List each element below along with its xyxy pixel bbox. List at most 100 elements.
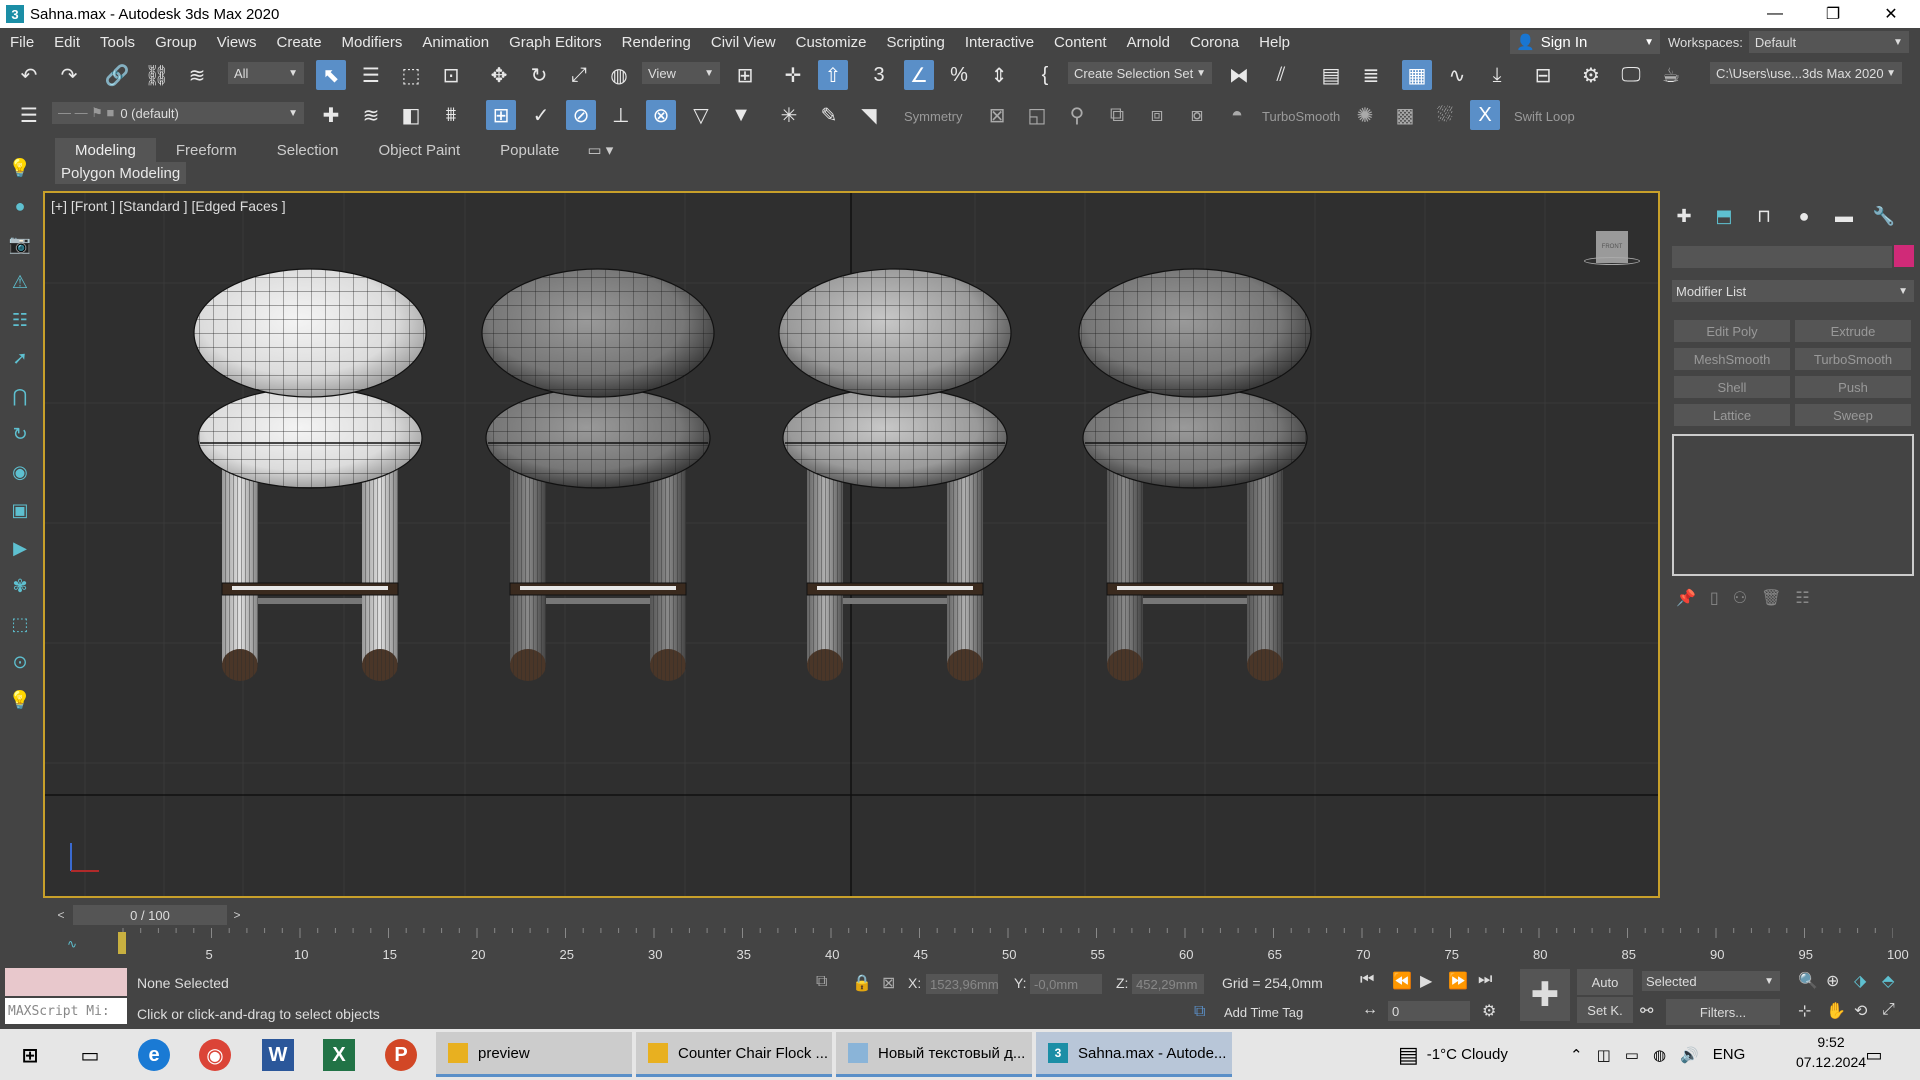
chrome-icon[interactable]: ◉ — [199, 1039, 231, 1071]
sequence-icon[interactable]: ▶ — [8, 536, 32, 560]
menu-views[interactable]: Views — [207, 34, 267, 51]
ribbon-tab-populate[interactable]: Populate — [480, 138, 579, 162]
turbosmooth-label[interactable]: TurboSmooth — [1262, 109, 1340, 124]
symmetry-label[interactable]: Symmetry — [904, 109, 963, 124]
move-icon[interactable]: ✥ — [484, 60, 514, 90]
time-slider[interactable]: 0 / 100 — [73, 905, 227, 925]
pin-stack-icon[interactable]: 📌 — [1676, 588, 1696, 608]
key-mode-toggle-icon[interactable]: ↔ — [1362, 1001, 1378, 1019]
viewport-label[interactable]: [+] [Front ] [Standard ] [Edged Faces ] — [51, 198, 286, 214]
make-unique-icon[interactable]: ⚇ — [1733, 588, 1747, 608]
sign-in-dropdown[interactable]: 👤 Sign In ▼ — [1510, 30, 1660, 54]
orbit-view-icon[interactable]: ⟲ — [1854, 1001, 1867, 1021]
cloth-icon[interactable]: ⛆ — [1430, 100, 1460, 130]
modifier-list-dropdown[interactable]: Modifier List ▼ — [1672, 280, 1914, 302]
rotate-icon[interactable]: ↻ — [524, 60, 554, 90]
filters-button[interactable]: Filters... — [1666, 999, 1780, 1025]
menu-group[interactable]: Group — [145, 34, 207, 51]
layers-icon[interactable]: ≋ — [356, 100, 386, 130]
motion-tab-icon[interactable]: ● — [1792, 204, 1816, 228]
chair-model-4[interactable] — [1078, 268, 1312, 681]
polygon-modeling-panel[interactable]: Polygon Modeling — [55, 162, 187, 184]
current-frame-field[interactable]: 0 — [1388, 1001, 1470, 1021]
grid-snap-icon[interactable]: ⊞ — [486, 100, 516, 130]
zoom-extents-icon[interactable]: ⬗ — [1854, 971, 1866, 991]
project-path-dropdown[interactable]: C:\Users\use...3ds Max 2020 ▼ — [1710, 62, 1902, 84]
ribbon-tab-freeform[interactable]: Freeform — [156, 138, 257, 162]
menu-graph-editors[interactable]: Graph Editors — [499, 34, 612, 51]
menu-modifiers[interactable]: Modifiers — [332, 34, 413, 51]
modifier-stack[interactable] — [1672, 434, 1914, 576]
rendered-frame-window-icon[interactable]: 🖵 — [1616, 60, 1646, 90]
bend-icon[interactable]: ⚲ — [1062, 100, 1092, 130]
menu-content[interactable]: Content — [1044, 34, 1117, 51]
word-icon[interactable]: W — [262, 1039, 294, 1071]
field-of-view-icon[interactable]: ⊹ — [1798, 1001, 1811, 1021]
chair-model-3[interactable] — [778, 268, 1012, 681]
go-to-end-icon[interactable]: ⏭ — [1478, 971, 1492, 989]
align-icon[interactable]: ⫽ — [1266, 60, 1296, 90]
material-editor-icon[interactable]: ⊟ — [1528, 60, 1558, 90]
zoom-all-icon[interactable]: ⊕ — [1826, 971, 1839, 991]
key-filter-dropdown[interactable]: Selected ▼ — [1642, 971, 1780, 991]
absolute-mode-icon[interactable]: ⊠ — [882, 973, 895, 993]
curve-editor-icon[interactable]: ∿ — [1442, 60, 1472, 90]
checker-icon[interactable]: ▩ — [1390, 100, 1420, 130]
timeline-next-button[interactable]: > — [229, 905, 245, 925]
helpers-icon[interactable]: ⚠ — [8, 270, 32, 294]
xform-icon[interactable]: X — [1470, 100, 1500, 130]
taskbar-window-3dsmax[interactable]: 3 Sahna.max - Autode... — [1036, 1032, 1232, 1077]
create-light-icon[interactable]: 💡 — [8, 156, 32, 180]
snaps-toggle-icon[interactable]: 3 — [864, 60, 894, 90]
time-tag-icon[interactable]: ⧉ — [1194, 1003, 1205, 1021]
front-viewport[interactable]: [+] [Front ] [Standard ] [Edged Faces ] … — [43, 191, 1660, 898]
bind-space-warp-icon[interactable]: ≋ — [182, 60, 212, 90]
weather-widget[interactable]: ▤ -1°C Cloudy — [1398, 1029, 1508, 1080]
vertex-snap-icon[interactable]: ✓ — [526, 100, 556, 130]
windows-start-icon[interactable]: ⊞ — [14, 1039, 46, 1071]
network-icon[interactable]: ◍ — [1653, 1046, 1666, 1064]
taskbar-window-counter-chair[interactable]: Counter Chair Flock ... — [636, 1032, 832, 1077]
named-selection-dropdown[interactable]: Create Selection Set ▼ — [1068, 62, 1212, 84]
shell-icon[interactable]: ◱ — [1022, 100, 1052, 130]
keyboard-shortcut-override-icon[interactable]: ⇧ — [818, 60, 848, 90]
3dsmax-app-icon[interactable]: 3 — [6, 5, 24, 23]
pivot-center-icon[interactable]: ⊞ — [730, 60, 760, 90]
selection-filter-dropdown[interactable]: All ▼ — [228, 62, 304, 84]
menu-interactive[interactable]: Interactive — [955, 34, 1044, 51]
ribbon-tab-modeling[interactable]: Modeling — [55, 138, 156, 162]
angle-snap-icon[interactable]: ∠ — [904, 60, 934, 90]
polygon-icon[interactable]: ▽ — [686, 100, 716, 130]
restore-button[interactable]: ❐ — [1804, 0, 1862, 28]
unwrap-icon[interactable]: ⊠ — [982, 100, 1012, 130]
percent-snap-icon[interactable]: % — [944, 60, 974, 90]
bulb-icon[interactable]: 💡 — [8, 688, 32, 712]
undo-icon[interactable]: ↶ — [14, 60, 44, 90]
twist-icon[interactable]: ⧇ — [1182, 100, 1212, 130]
display-icon[interactable]: ◉ — [8, 460, 32, 484]
timeline-prev-button[interactable]: < — [53, 905, 69, 925]
menu-animation[interactable]: Animation — [412, 34, 499, 51]
layer-dropdown[interactable]: — — ⚑ ■ 0 (default) ▼ — [52, 102, 304, 124]
meshsmooth-button[interactable]: MeshSmooth — [1674, 348, 1790, 370]
utilities-tab-icon[interactable]: 🔧 — [1872, 204, 1896, 228]
select-layer-icon[interactable]: ⩩ — [436, 100, 466, 130]
mirror-icon[interactable]: ⧓ — [1224, 60, 1254, 90]
set-key-icon[interactable]: ✚ — [1520, 969, 1570, 1021]
notifications-icon[interactable]: ▭ — [1858, 1039, 1890, 1071]
shell-button[interactable]: Shell — [1674, 376, 1790, 398]
remove-modifier-icon[interactable]: 🗑 — [1761, 588, 1781, 608]
maximize-viewport-icon[interactable]: ⤢ — [1882, 1001, 1895, 1019]
spinner-snap-icon[interactable]: ⇕ — [984, 60, 1014, 90]
edit-named-selection-icon[interactable]: { — [1030, 60, 1060, 90]
chair-model-1[interactable] — [193, 268, 427, 681]
edge-icon[interactable]: e — [138, 1039, 170, 1071]
turbosmooth-icon[interactable]: ◓ — [1222, 100, 1252, 130]
camera-tray-icon[interactable]: ◫ — [1597, 1046, 1611, 1064]
ribbon-toggle-icon[interactable]: ▦ — [1402, 60, 1432, 90]
chair-model-2[interactable] — [481, 268, 715, 681]
volume-icon[interactable]: 🔊 — [1680, 1046, 1699, 1064]
show-end-result-icon[interactable]: ▯ — [1710, 588, 1719, 608]
select-by-name-icon[interactable]: ☰ — [356, 60, 386, 90]
previous-frame-icon[interactable]: ⏪ — [1392, 971, 1412, 991]
